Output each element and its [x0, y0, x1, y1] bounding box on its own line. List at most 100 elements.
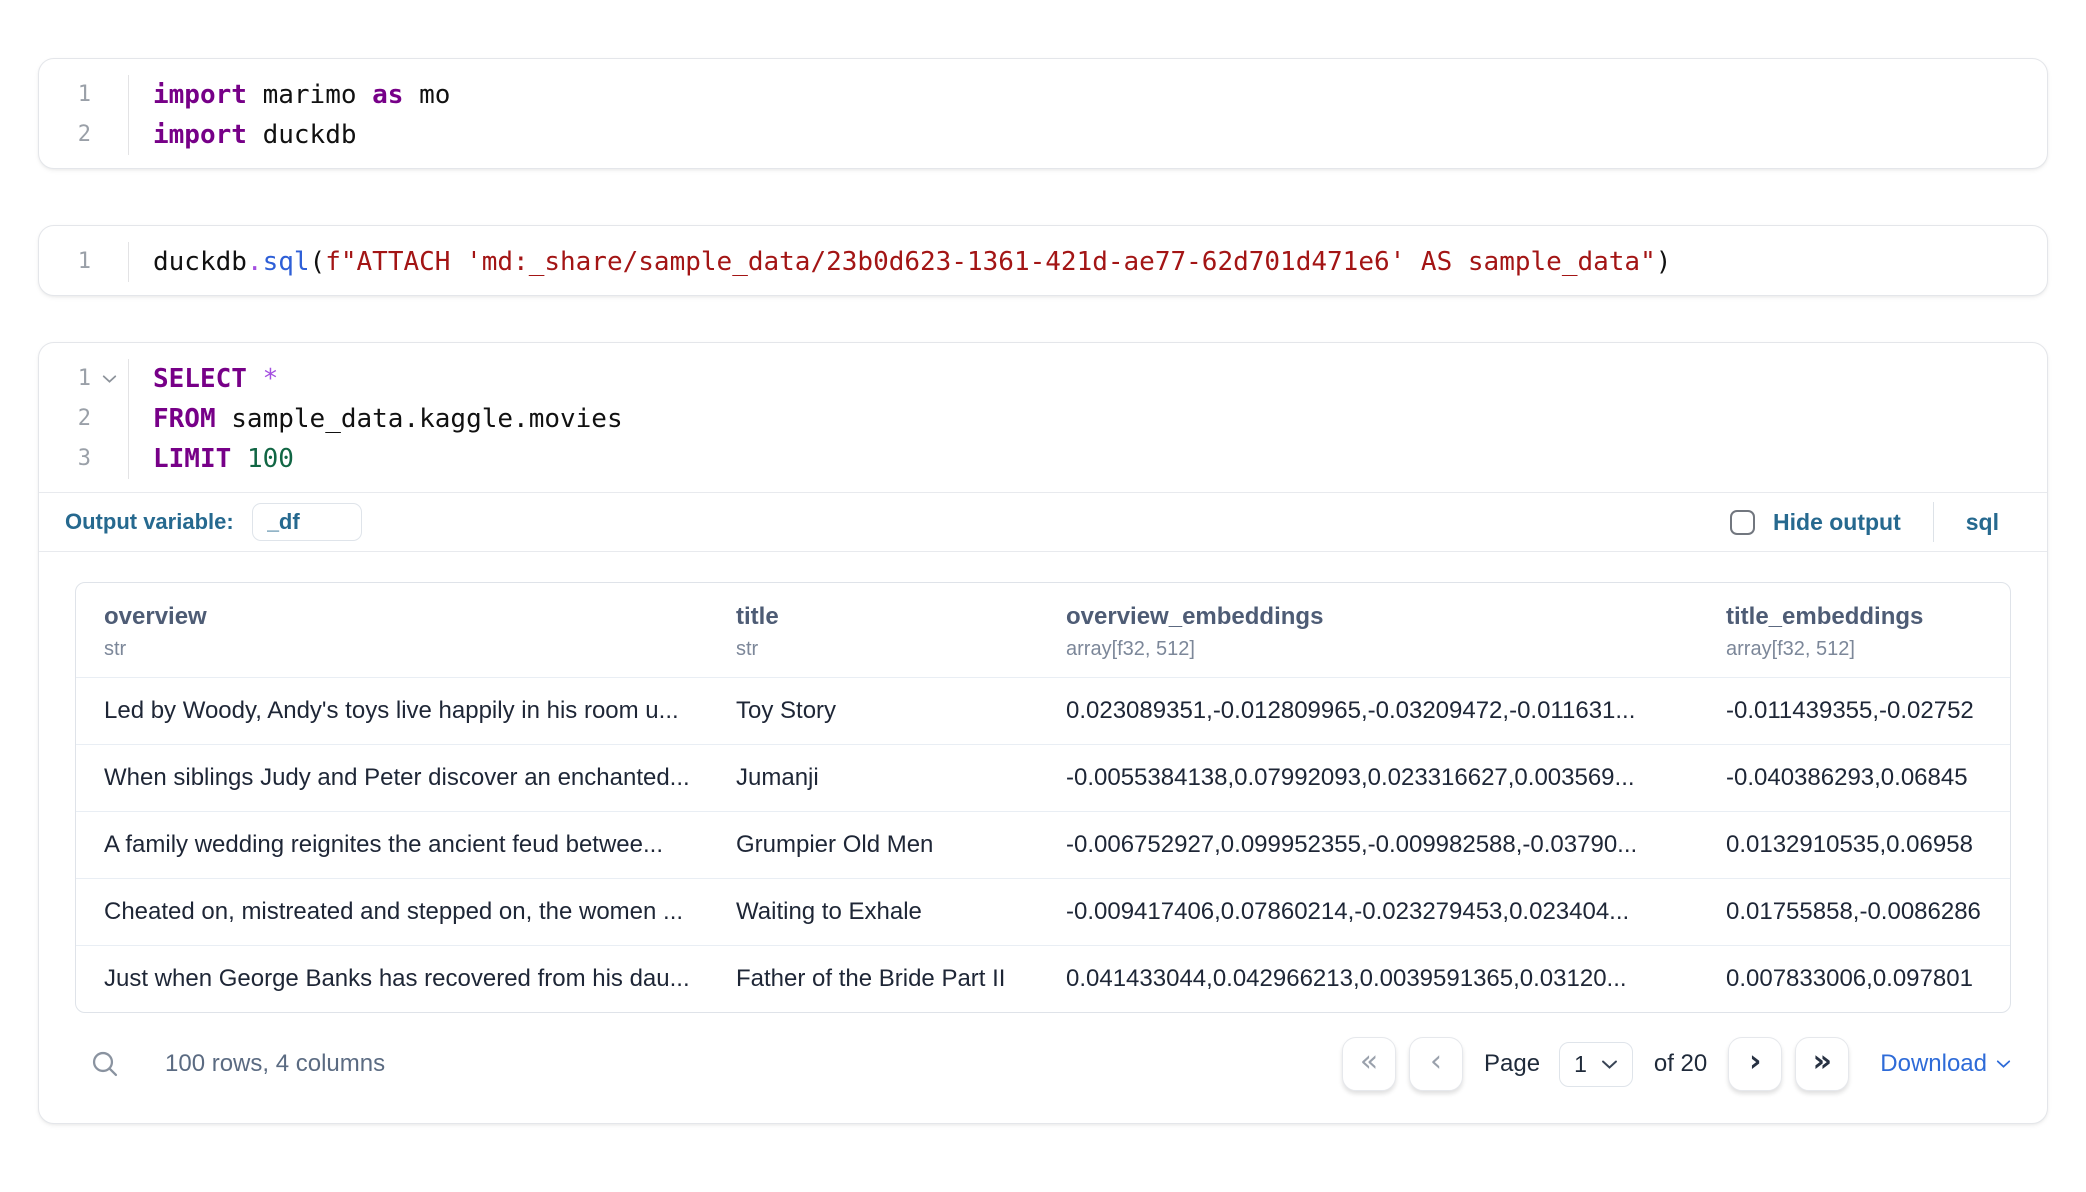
line-gutter: 2 — [39, 399, 129, 439]
code-token: duckdb — [153, 247, 247, 277]
column-header-overview[interactable]: overviewstr — [76, 583, 736, 677]
table-cell: -0.006752927,0.099952355,-0.009982588,-0… — [1066, 812, 1726, 878]
line-number: 2 — [39, 115, 91, 155]
code-token: * — [263, 364, 279, 394]
code-token: mo — [403, 80, 450, 110]
table-cell: 0.01755858,-0.0086286 — [1726, 879, 2010, 945]
output-variable-input[interactable] — [252, 503, 362, 541]
table-header: overviewstrtitlestroverview_embeddingsar… — [76, 583, 2010, 677]
column-name: title_embeddings — [1726, 603, 1996, 631]
table-cell: Led by Woody, Andy's toys live happily i… — [76, 678, 736, 744]
code-text: FROM sample_data.kaggle.movies — [129, 399, 623, 439]
column-header-title_embeddings[interactable]: title_embeddingsarray[f32, 512] — [1726, 583, 2010, 677]
table-cell: 0.041433044,0.042966213,0.0039591365,0.0… — [1066, 946, 1726, 1012]
line-number: 1 — [39, 75, 91, 115]
table-cell: Waiting to Exhale — [736, 879, 1066, 945]
line-gutter: 1 — [39, 75, 129, 115]
table-cell: -0.040386293,0.06845 — [1726, 745, 2010, 811]
next-page-icon: › — [1749, 1047, 1761, 1077]
code-token: as — [372, 80, 403, 110]
code-token: ) — [1656, 247, 1672, 277]
code-token: SELECT — [153, 364, 247, 394]
table-row: Just when George Banks has recovered fro… — [76, 945, 2010, 1012]
previous-page-button[interactable]: ‹ — [1409, 1037, 1463, 1091]
hide-output-label[interactable]: Hide output — [1773, 509, 1901, 536]
output-options-group: Hide output sql — [1730, 502, 2021, 542]
table-cell: A family wedding reignites the ancient f… — [76, 812, 736, 878]
table-body: Led by Woody, Andy's toys live happily i… — [76, 677, 2010, 1012]
fold-chevron-icon[interactable] — [91, 359, 127, 399]
table-cell: When siblings Judy and Peter discover an… — [76, 745, 736, 811]
code-line: 2FROM sample_data.kaggle.movies — [39, 399, 2047, 439]
table-cell: Grumpier Old Men — [736, 812, 1066, 878]
code-token: . — [247, 247, 263, 277]
code-editor[interactable]: 1 duckdb.sql(f"ATTACH 'md:_share/sample_d… — [39, 226, 2047, 295]
table-cell: -0.0055384138,0.07992093,0.023316627,0.0… — [1066, 745, 1726, 811]
hide-output-checkbox[interactable] — [1730, 510, 1755, 535]
page-total-label: of 20 — [1654, 1050, 1707, 1078]
fold-spacer — [91, 399, 127, 439]
code-text: LIMIT 100 — [129, 439, 294, 479]
search-icon[interactable] — [89, 1048, 121, 1080]
table-cell: Just when George Banks has recovered fro… — [76, 946, 736, 1012]
line-gutter: 1 — [39, 242, 129, 282]
code-editor[interactable]: 1SELECT *2FROM sample_data.kaggle.movies… — [39, 343, 2047, 492]
last-page-button[interactable]: » — [1795, 1037, 1849, 1091]
code-text: duckdb.sql(f"ATTACH 'md:_share/sample_da… — [129, 242, 1671, 282]
page-select[interactable]: 1 — [1559, 1042, 1633, 1087]
table-cell: Father of the Bride Part II — [736, 946, 1066, 1012]
code-line: 1import marimo as mo — [39, 75, 2047, 115]
cell-output: overviewstrtitlestroverview_embeddingsar… — [39, 552, 2047, 1123]
code-cell-imports: 1import marimo as mo2import duckdb — [38, 58, 2048, 169]
column-header-title[interactable]: titlestr — [736, 583, 1066, 677]
line-gutter: 3 — [39, 439, 129, 479]
table-cell: Cheated on, mistreated and stepped on, t… — [76, 879, 736, 945]
table-cell: -0.009417406,0.07860214,-0.023279453,0.0… — [1066, 879, 1726, 945]
column-name: title — [736, 603, 1052, 631]
code-token: ( — [310, 247, 326, 277]
cell-language-badge: sql — [1966, 509, 1999, 536]
table-cell: Jumanji — [736, 745, 1066, 811]
line-gutter: 1 — [39, 359, 129, 399]
column-name: overview — [104, 603, 722, 631]
table-header-row: overviewstrtitlestroverview_embeddingsar… — [76, 583, 2010, 677]
column-header-overview_embeddings[interactable]: overview_embeddingsarray[f32, 512] — [1066, 583, 1726, 677]
download-button[interactable]: Download — [1880, 1050, 2011, 1078]
code-editor[interactable]: 1import marimo as mo2import duckdb — [39, 59, 2047, 168]
page-label: Page — [1484, 1050, 1540, 1078]
first-page-icon: « — [1360, 1047, 1378, 1077]
code-token: marimo — [247, 80, 372, 110]
table-cell: -0.011439355,-0.02752 — [1726, 678, 2010, 744]
previous-page-icon: ‹ — [1430, 1047, 1442, 1077]
notebook: 1import marimo as mo2import duckdb 1duck… — [0, 0, 2086, 1124]
table-row: Cheated on, mistreated and stepped on, t… — [76, 878, 2010, 945]
line-number: 1 — [39, 359, 91, 399]
table-footer-left: 100 rows, 4 columns — [75, 1048, 385, 1080]
code-token — [247, 364, 263, 394]
code-token: sample_data.kaggle.movies — [216, 404, 623, 434]
line-number: 1 — [39, 242, 91, 282]
table-cell: Toy Story — [736, 678, 1066, 744]
code-token: FROM — [153, 404, 216, 434]
table-row: When siblings Judy and Peter discover an… — [76, 744, 2010, 811]
code-token: duckdb — [247, 120, 357, 150]
fold-spacer — [91, 439, 127, 479]
code-text: SELECT * — [129, 359, 278, 399]
first-page-button[interactable]: « — [1342, 1037, 1396, 1091]
pagination: « ‹ Page 1 of 20 › — [1342, 1037, 2011, 1091]
output-variable-bar: Output variable: Hide output sql — [39, 493, 2047, 551]
last-page-icon: » — [1813, 1047, 1832, 1077]
code-token: sql — [263, 247, 310, 277]
table-footer: 100 rows, 4 columns « ‹ Page 1 — [75, 1035, 2011, 1093]
fold-spacer — [91, 115, 127, 155]
fold-spacer — [91, 242, 127, 282]
next-page-button[interactable]: › — [1728, 1037, 1782, 1091]
code-token: import — [153, 120, 247, 150]
data-table: overviewstrtitlestroverview_embeddingsar… — [75, 582, 2011, 1013]
column-name: overview_embeddings — [1066, 603, 1712, 631]
code-token: 100 — [247, 444, 294, 474]
vertical-divider — [1933, 502, 1934, 542]
table-cell: 0.023089351,-0.012809965,-0.03209472,-0.… — [1066, 678, 1726, 744]
code-text: import duckdb — [129, 115, 357, 155]
code-token — [231, 444, 247, 474]
